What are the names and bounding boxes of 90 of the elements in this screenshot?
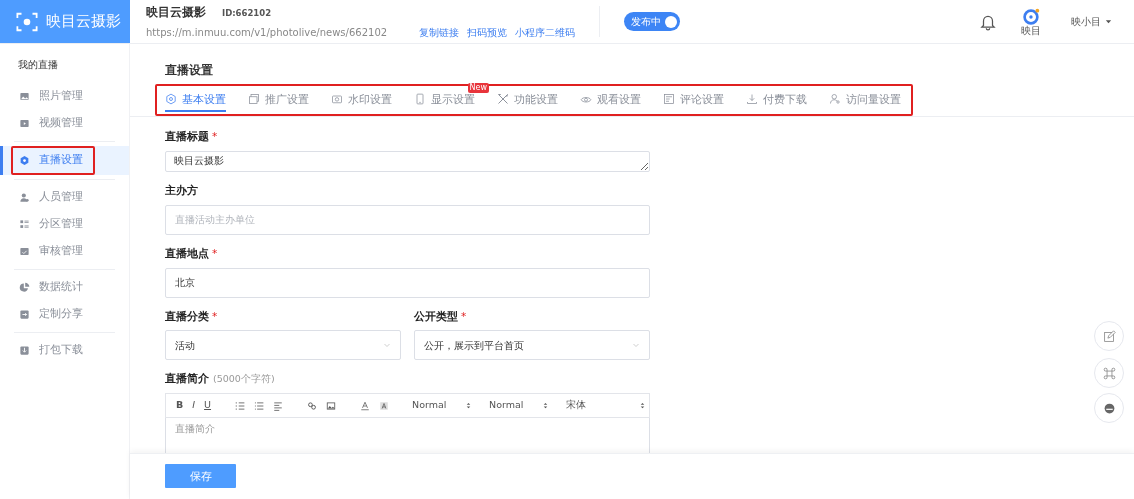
tab[interactable]: 基本设置 bbox=[165, 88, 226, 113]
gear-icon bbox=[165, 93, 177, 106]
updown-arrow-icon bbox=[639, 401, 647, 411]
select-field[interactable]: 活动 bbox=[165, 330, 401, 361]
publish-toggle[interactable]: 发布中 bbox=[624, 12, 681, 32]
sidebar-item[interactable]: 视频管理 bbox=[0, 109, 129, 137]
toolbar-select[interactable]: Normal bbox=[489, 398, 550, 413]
sidebar-item[interactable]: 人员管理 bbox=[0, 183, 129, 211]
sidebar-item[interactable]: 打包下载 bbox=[0, 336, 129, 364]
brand-logo-icon bbox=[1022, 7, 1040, 25]
tab[interactable]: 观看设置 bbox=[580, 88, 641, 113]
field-label: 直播标题 bbox=[165, 130, 209, 143]
sidebar-item[interactable]: 定制分享 bbox=[0, 300, 129, 328]
updown-arrow-icon bbox=[542, 401, 550, 411]
editor-body[interactable]: 直播简介 bbox=[165, 418, 650, 453]
link[interactable]: 小程序二维码 bbox=[515, 25, 576, 40]
play-icon bbox=[19, 117, 30, 129]
ordered-list-icon[interactable] bbox=[235, 400, 246, 411]
page-title: 直播设置 bbox=[164, 62, 214, 80]
camera-icon bbox=[331, 93, 343, 106]
required-mark: * bbox=[212, 130, 218, 143]
brand-caption: 映目 bbox=[1021, 24, 1041, 36]
required-mark: * bbox=[461, 309, 467, 322]
url-text: https://m.inmuu.com/v1/photolive/news/662102 bbox=[146, 26, 388, 41]
share-icon bbox=[19, 308, 30, 320]
sidebar-item[interactable]: 照片管理 bbox=[0, 82, 129, 110]
input-field[interactable]: 直播活动主办单位 bbox=[165, 204, 650, 235]
edit-icon bbox=[1102, 329, 1116, 343]
photos-icon bbox=[248, 93, 260, 106]
camera-frame-icon bbox=[16, 10, 38, 33]
gear-icon bbox=[19, 154, 30, 166]
field-label: 直播简介 bbox=[165, 371, 209, 387]
field-label: 公开类型 bbox=[414, 309, 458, 322]
save-button[interactable]: 保存 bbox=[165, 464, 236, 489]
link[interactable]: 复制链接 bbox=[419, 25, 460, 40]
image-icon[interactable] bbox=[326, 400, 337, 411]
person-icon bbox=[19, 191, 30, 203]
sidebar-heading: 我的直播 bbox=[17, 58, 59, 73]
logo-text: 映目云摄影 bbox=[46, 11, 121, 33]
tab[interactable]: 功能设置 bbox=[497, 88, 558, 113]
bullet-list-icon[interactable] bbox=[254, 400, 265, 411]
image-icon bbox=[19, 90, 30, 102]
floating-button[interactable] bbox=[1094, 393, 1124, 424]
command-icon bbox=[1102, 366, 1116, 380]
format-button[interactable]: U bbox=[204, 398, 212, 413]
align-icon[interactable] bbox=[273, 400, 284, 411]
tab[interactable]: 访问量设置 bbox=[829, 88, 901, 113]
tab[interactable]: 推广设置 bbox=[248, 88, 309, 113]
download-icon bbox=[746, 93, 758, 106]
field-label: 直播分类 bbox=[165, 309, 209, 322]
new-badge: New bbox=[467, 82, 489, 93]
highlight-icon[interactable] bbox=[379, 400, 390, 411]
grid-icon bbox=[19, 218, 30, 230]
person-gear-icon bbox=[829, 93, 841, 106]
required-mark: * bbox=[212, 309, 218, 322]
link-icon[interactable] bbox=[307, 400, 318, 411]
tab[interactable]: 水印设置 bbox=[331, 88, 392, 113]
site-id: ID:662102 bbox=[222, 7, 272, 20]
field-label: 直播地点 bbox=[165, 246, 209, 259]
input-field[interactable]: 北京 bbox=[165, 267, 650, 298]
site-title: 映目云摄影 bbox=[146, 4, 206, 22]
sidebar-item[interactable]: 分区管理 bbox=[0, 210, 129, 238]
format-button[interactable]: B bbox=[176, 398, 184, 413]
field-label: 主办方 bbox=[165, 183, 199, 199]
updown-arrow-icon bbox=[465, 401, 473, 411]
phone-icon bbox=[414, 93, 426, 106]
text-area[interactable]: 映目云摄影 bbox=[165, 151, 650, 173]
editor-placeholder: 直播简介 bbox=[175, 423, 215, 435]
tab[interactable]: 付费下载 bbox=[746, 88, 807, 113]
link[interactable]: 扫码预览 bbox=[467, 25, 508, 40]
format-button[interactable]: I bbox=[192, 398, 196, 413]
toolbar-select[interactable]: 宋体 bbox=[566, 398, 647, 413]
select-field[interactable]: 公开，展示到平台首页 bbox=[414, 330, 650, 361]
sidebar-item[interactable]: 审核管理 bbox=[0, 237, 129, 265]
tab[interactable]: 评论设置 bbox=[663, 88, 724, 113]
sidebar-item[interactable]: 数据统计 bbox=[0, 273, 129, 301]
pie-chart-icon bbox=[19, 281, 30, 293]
toolbar-select[interactable]: Normal bbox=[412, 398, 473, 413]
chevron-icon bbox=[383, 341, 391, 350]
hint-text: (5000个字符) bbox=[213, 372, 275, 387]
user-menu[interactable]: 映小目 bbox=[1065, 13, 1118, 30]
download-icon bbox=[19, 344, 30, 356]
floating-button[interactable] bbox=[1094, 321, 1124, 352]
text-color-icon[interactable] bbox=[360, 400, 371, 411]
sidebar-item[interactable]: 直播设置 bbox=[0, 145, 129, 175]
chevron-icon bbox=[632, 341, 640, 350]
comment-form-icon bbox=[663, 93, 675, 106]
tray-icon bbox=[19, 245, 30, 257]
caret-icon bbox=[1105, 18, 1112, 26]
required-mark: * bbox=[212, 246, 218, 259]
